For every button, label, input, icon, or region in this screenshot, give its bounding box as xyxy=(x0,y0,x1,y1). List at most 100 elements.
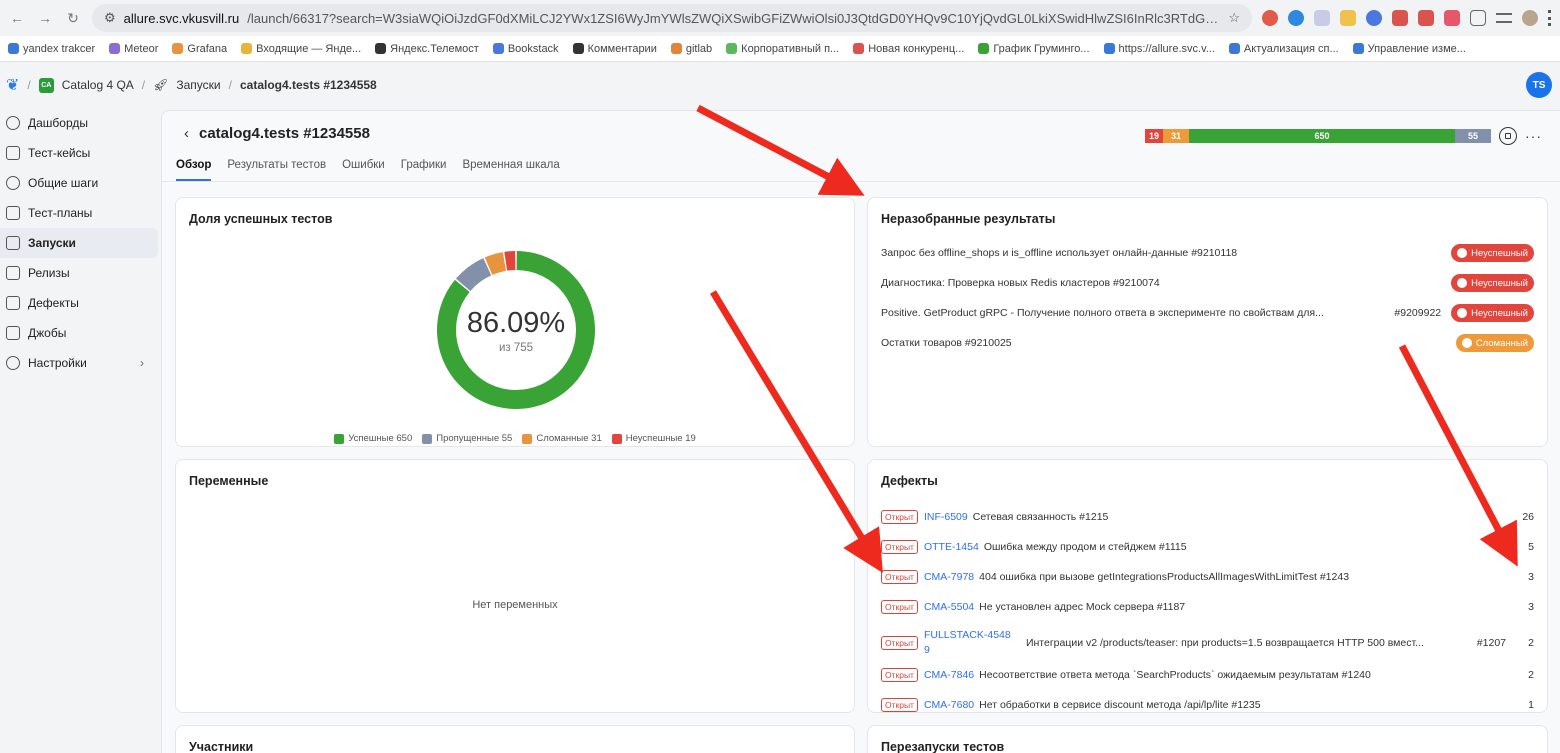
bookmark-item[interactable]: Grafana xyxy=(172,43,227,55)
unresolved-row[interactable]: Positive. GetProduct gRPC - Получение по… xyxy=(881,303,1534,323)
defect-row[interactable]: Открыт CMA-7680 Нет обработки в сервисе di… xyxy=(881,698,1534,712)
bookmark-item[interactable]: Управление изме... xyxy=(1352,43,1466,55)
menu-icon[interactable] xyxy=(1548,10,1552,26)
defect-link[interactable]: INF-6509 xyxy=(924,511,968,523)
defect-row[interactable]: Открыт OTTE-1454 Ошибка между продом и сте… xyxy=(881,540,1534,554)
tab-2[interactable]: Ошибки xyxy=(342,159,385,181)
bookmark-item[interactable]: Bookstack xyxy=(492,43,559,55)
reading-list-icon[interactable] xyxy=(1496,13,1512,23)
unresolved-row[interactable]: Остатки товаров #9210025 Сломанный xyxy=(881,333,1534,353)
sidebar-item-label: Настройки xyxy=(28,356,87,370)
bookmark-icon xyxy=(1352,43,1364,54)
defect-title: Не установлен адрес Mock сервера #1187 xyxy=(979,601,1186,613)
status-label: Неуспешный xyxy=(1471,277,1528,289)
extensions-bar xyxy=(1262,10,1552,26)
bookmark-label: Новая конкуренц... xyxy=(868,42,965,55)
defect-link[interactable]: CMA-7680 xyxy=(924,699,974,711)
extension-icon[interactable] xyxy=(1340,10,1356,26)
result-title[interactable]: Остатки товаров #9210025 xyxy=(881,337,1456,349)
more-icon[interactable]: ··· xyxy=(1525,128,1542,144)
sidebar-item-2[interactable]: Общие шаги xyxy=(0,168,158,198)
defect-link[interactable]: OTTE-1454 xyxy=(924,541,979,553)
defects-card: Дефекты Открыт INF-6509 Сетевая связанност… xyxy=(867,459,1548,713)
forward-icon[interactable]: → xyxy=(36,10,54,26)
defect-row[interactable]: Открыт CMA-5504 Не установлен адрес Mock с… xyxy=(881,600,1534,614)
site-info-icon[interactable]: ⚙ xyxy=(104,10,116,26)
profile-avatar[interactable] xyxy=(1522,10,1538,26)
defect-row[interactable]: Открыт CMA-7846 Несоответствие ответа мето… xyxy=(881,668,1534,682)
back-icon[interactable]: ← xyxy=(8,10,26,26)
bookmark-item[interactable]: Яндекс.Телемост xyxy=(375,43,479,55)
participants-card: Участники xyxy=(175,725,855,753)
bookmark-item[interactable]: Новая конкуренц... xyxy=(853,43,964,55)
sidebar-item-5[interactable]: Релизы xyxy=(0,258,158,288)
unresolved-row[interactable]: Диагностика: Проверка новых Redis класте… xyxy=(881,273,1534,293)
address-bar[interactable]: ⚙ allure.svc.vkusvill.ru/launch/66317?se… xyxy=(92,4,1252,32)
tab-3[interactable]: Графики xyxy=(401,159,447,181)
tab-0[interactable]: Обзор xyxy=(176,159,212,181)
variables-card: Переменные Нет переменных xyxy=(175,459,855,713)
defect-link[interactable]: CMA-5504 xyxy=(924,601,974,613)
sidebar-item-1[interactable]: Тест-кейсы xyxy=(0,138,158,168)
bookmark-icon xyxy=(492,43,504,54)
defect-row[interactable]: Открыт CMA-7978 404 ошибка при вызове getI… xyxy=(881,570,1534,584)
bookmark-item[interactable]: Комментарии xyxy=(572,43,657,55)
defect-count: 2 xyxy=(1528,637,1534,649)
tab-4[interactable]: Временная шкала xyxy=(462,159,559,181)
unresolved-row[interactable]: Запрос без offline_shops и is_offline ис… xyxy=(881,243,1534,263)
chart-legend: Успешные 650 Пропущенные 55 Сломанные 31 Не… xyxy=(176,433,854,444)
reload-icon[interactable]: ↻ xyxy=(64,10,82,27)
sidebar-item-7[interactable]: Джобы xyxy=(0,318,158,348)
breadcrumb-project[interactable]: Catalog 4 QA xyxy=(62,78,134,92)
sidebar-item-8[interactable]: Настройки › xyxy=(0,348,158,378)
sidebar-item-6[interactable]: Дефекты xyxy=(0,288,158,318)
breadcrumb-launches[interactable]: Запуски xyxy=(176,78,220,92)
status-badge: Неуспешный xyxy=(1451,304,1534,322)
test-reruns-card: Перезапуски тестов xyxy=(867,725,1548,753)
bookmark-item[interactable]: Корпоративный п... xyxy=(726,43,839,55)
box-icon xyxy=(6,266,20,280)
defect-link[interactable]: FULLSTACK-45489 xyxy=(924,628,1014,658)
puzzle-icon[interactable] xyxy=(1470,10,1486,26)
legend-item: Успешные 650 xyxy=(334,433,412,444)
result-title[interactable]: Диагностика: Проверка новых Redis класте… xyxy=(881,277,1451,289)
stop-launch-button[interactable] xyxy=(1499,127,1517,145)
sidebar-item-0[interactable]: Дашборды xyxy=(0,108,158,138)
shared-steps-icon xyxy=(6,176,20,190)
legend-label: Успешные 650 xyxy=(348,433,413,444)
bookmark-label: gitlab xyxy=(685,42,713,55)
avatar[interactable]: TS xyxy=(1526,72,1552,98)
back-chevron-icon[interactable]: ‹ xyxy=(184,125,189,142)
extension-icon[interactable] xyxy=(1418,10,1434,26)
defect-link[interactable]: CMA-7846 xyxy=(924,669,974,681)
result-title[interactable]: Запрос без offline_shops и is_offline ис… xyxy=(881,247,1451,259)
extension-icon[interactable] xyxy=(1288,10,1304,26)
bookmark-item[interactable]: yandex trakcer xyxy=(8,43,95,55)
bookmark-item[interactable]: График Груминго... xyxy=(978,43,1090,55)
bookmark-item[interactable]: Входящие — Янде... xyxy=(241,43,361,55)
bookmark-item[interactable]: Meteor xyxy=(109,43,158,55)
extension-icon[interactable] xyxy=(1314,10,1330,26)
defect-link[interactable]: CMA-7978 xyxy=(924,571,974,583)
sidebar-item-3[interactable]: Тест-планы xyxy=(0,198,158,228)
status-bar[interactable]: 19 31 650 55 xyxy=(1145,129,1491,143)
result-title[interactable]: Positive. GetProduct gRPC - Получение по… xyxy=(881,307,1380,319)
tab-1[interactable]: Результаты тестов xyxy=(227,159,326,181)
allure-logo-icon[interactable]: ❦ xyxy=(6,75,19,95)
status-badge: Открыт xyxy=(881,698,918,712)
bookmark-item[interactable]: gitlab xyxy=(670,42,713,55)
pdf-extension-icon[interactable] xyxy=(1392,10,1408,26)
bookmark-item[interactable]: Актуализация сп... xyxy=(1228,43,1339,55)
bug-icon xyxy=(6,296,20,310)
sidebar-item-4[interactable]: Запуски xyxy=(0,228,158,258)
extension-icon[interactable] xyxy=(1366,10,1382,26)
pdf-extension-icon[interactable] xyxy=(1444,10,1460,26)
sidebar-item-label: Тест-планы xyxy=(28,206,93,220)
status-badge: Неуспешный xyxy=(1451,244,1534,262)
defect-row[interactable]: Открыт INF-6509 Сетевая связанность #1215 2… xyxy=(881,510,1534,524)
bookmark-label: Meteor xyxy=(124,42,159,55)
extension-icon[interactable] xyxy=(1262,10,1278,26)
bookmark-item[interactable]: https://allure.svc.v... xyxy=(1103,43,1215,55)
defect-row[interactable]: Открыт FULLSTACK-45489 Интеграции v2 /prod… xyxy=(881,628,1534,658)
bookmark-star-icon[interactable]: ☆ xyxy=(1228,10,1240,26)
